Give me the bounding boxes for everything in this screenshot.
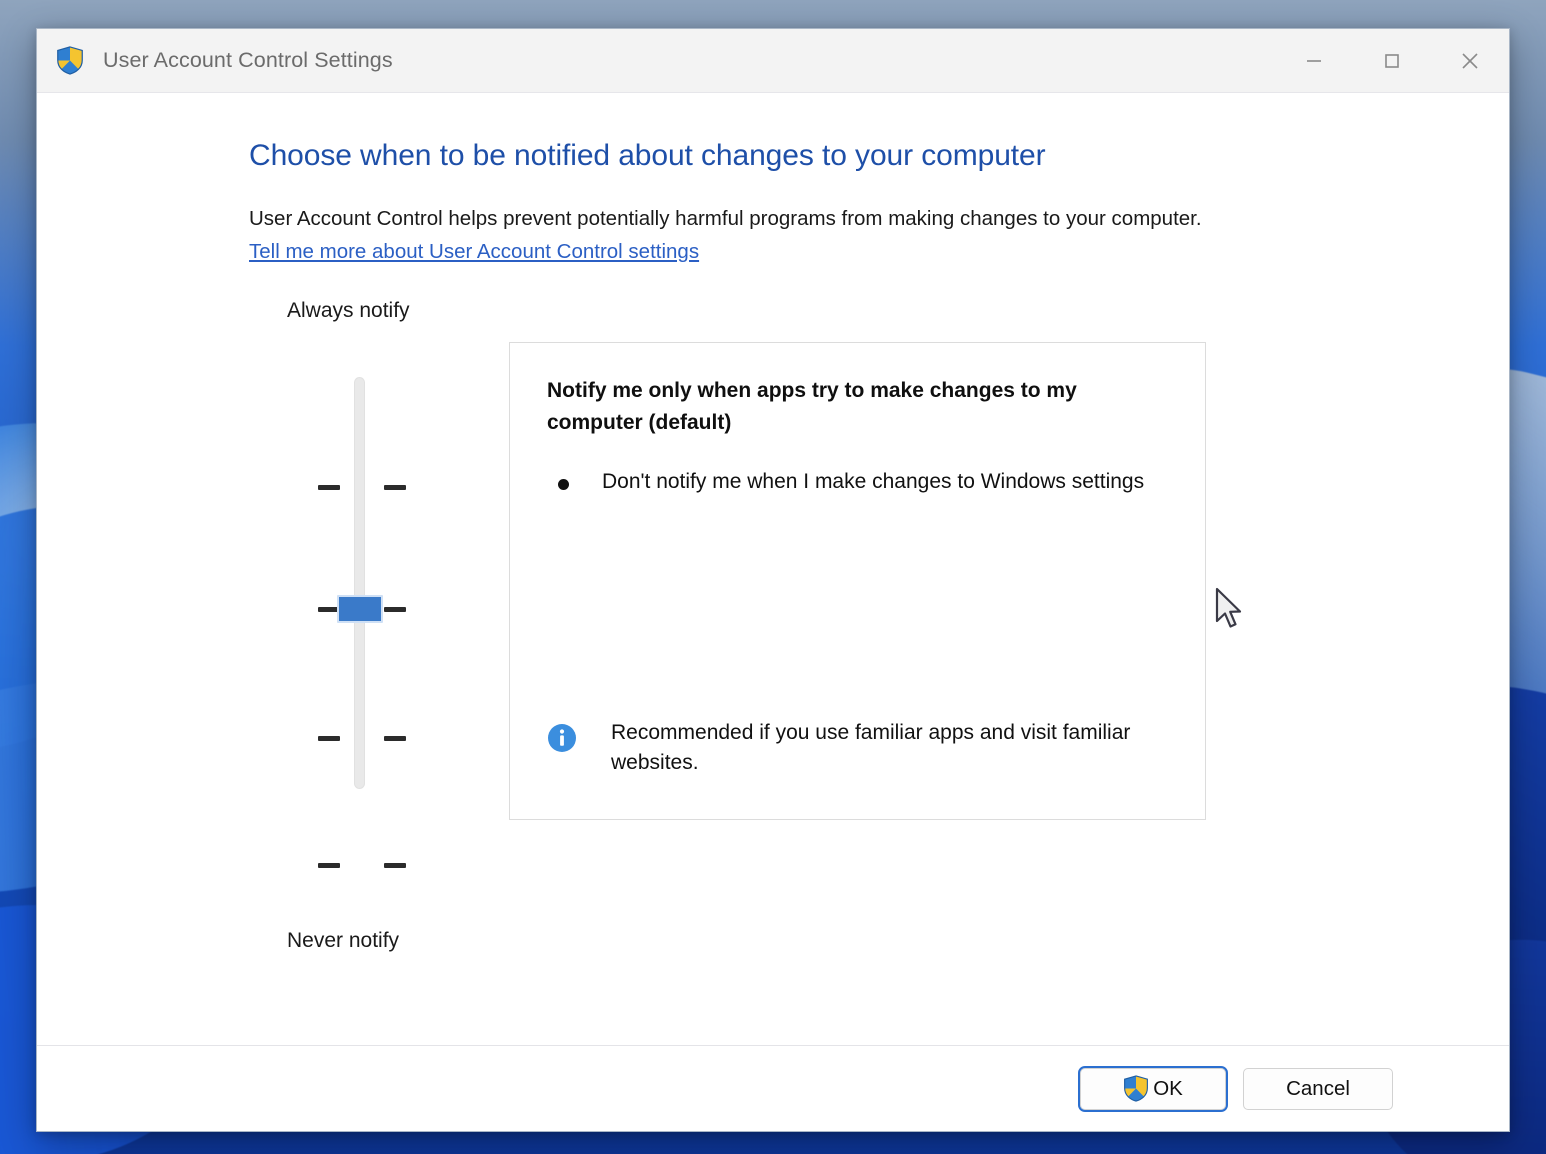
ok-button[interactable]: OK	[1078, 1065, 1228, 1112]
learn-more-link[interactable]: Tell me more about User Account Control …	[249, 240, 699, 264]
dialog-footer: OK Cancel	[37, 1045, 1509, 1131]
minimize-button[interactable]	[1275, 29, 1353, 92]
slider-tick-3-left	[318, 736, 340, 741]
list-item-label: Don't notify me when I make changes to W…	[602, 470, 1145, 493]
uac-shield-icon	[57, 46, 83, 75]
recommendation-note: Recommended if you use familiar apps and…	[546, 718, 1156, 778]
cancel-button-label: Cancel	[1286, 1076, 1350, 1100]
bullet-point-icon	[558, 479, 569, 490]
slider-tick-1-left	[318, 485, 340, 490]
slider-bottom-label: Never notify	[287, 929, 400, 952]
maximize-icon	[1385, 53, 1399, 68]
page-description: User Account Control helps prevent poten…	[249, 207, 1202, 230]
uac-level-slider[interactable]: Always notify Never notify	[287, 299, 487, 959]
uac-settings-dialog: User Account Control Settings Choose whe…	[36, 28, 1510, 1132]
title-bar[interactable]: User Account Control Settings	[37, 29, 1509, 93]
close-icon	[1462, 52, 1478, 69]
uac-shield-icon	[1124, 1075, 1149, 1102]
slider-top-label: Always notify	[287, 299, 410, 322]
slider-tick-4-right	[384, 863, 406, 868]
info-icon	[548, 724, 576, 752]
minimize-icon	[1307, 59, 1321, 62]
slider-track[interactable]	[354, 377, 365, 789]
list-item: Don't notify me when I make changes to W…	[558, 467, 1154, 497]
mouse-cursor	[1215, 587, 1242, 628]
slider-tick-3-right	[384, 736, 406, 741]
page-title: Choose when to be notified about changes…	[249, 139, 1046, 172]
ok-button-label: OK	[1153, 1076, 1183, 1100]
level-title: Notify me only when apps try to make cha…	[547, 379, 1077, 434]
dialog-body: Choose when to be notified about changes…	[37, 93, 1509, 1045]
window-title: User Account Control Settings	[103, 48, 393, 72]
slider-tick-4-left	[318, 863, 340, 868]
slider-tick-2-right	[384, 607, 406, 612]
cancel-button[interactable]: Cancel	[1243, 1067, 1393, 1110]
close-button[interactable]	[1431, 29, 1509, 92]
maximize-button[interactable]	[1353, 29, 1431, 92]
slider-tick-1-right	[384, 485, 406, 490]
slider-thumb[interactable]	[337, 595, 383, 623]
window-controls	[1275, 29, 1509, 92]
level-description-panel: Notify me only when apps try to make cha…	[509, 342, 1206, 820]
recommendation-text: Recommended if you use familiar apps and…	[611, 721, 1131, 774]
